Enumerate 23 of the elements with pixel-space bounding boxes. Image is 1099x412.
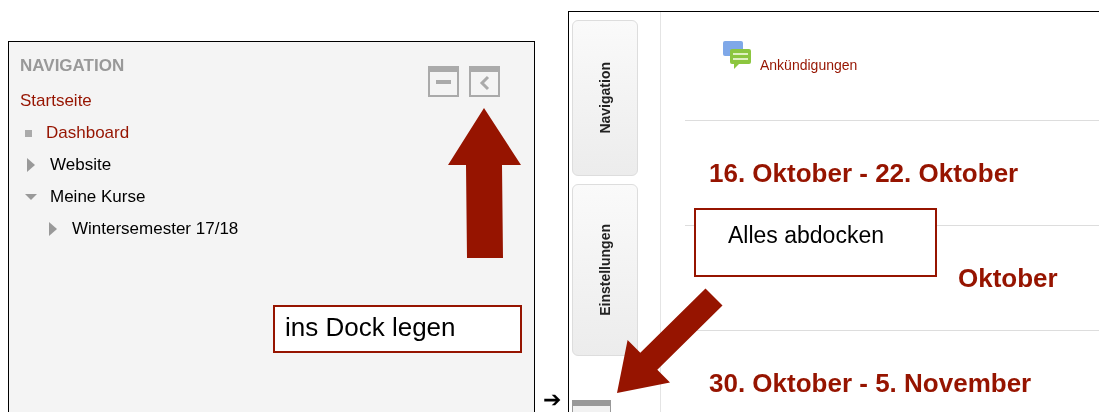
nav-link[interactable]: Dashboard bbox=[46, 123, 130, 143]
hide-block-button[interactable] bbox=[428, 66, 459, 97]
collapsed-triangle-icon[interactable] bbox=[47, 222, 59, 236]
nav-item[interactable]: Wintersemester 17/18 bbox=[72, 219, 239, 239]
speech-bubbles-icon bbox=[722, 40, 752, 70]
chevron-left-icon bbox=[469, 66, 500, 97]
dock-tab[interactable]: Einstellungen bbox=[572, 184, 638, 356]
section-title: Oktober bbox=[957, 262, 1058, 294]
callout-label: ins Dock legen bbox=[273, 305, 522, 353]
section-title: 30. Oktober - 5. November bbox=[708, 367, 1032, 399]
callout-label: Alles abdocken bbox=[694, 208, 937, 277]
nav-item[interactable]: Meine Kurse bbox=[50, 187, 146, 207]
minus-icon bbox=[428, 66, 459, 97]
home-link[interactable]: Startseite bbox=[20, 91, 92, 111]
block-title: NAVIGATION bbox=[20, 56, 125, 76]
dock-block-button[interactable] bbox=[469, 66, 500, 97]
nav-item[interactable]: Website bbox=[50, 155, 112, 175]
forum-link[interactable]: Ankündigungen bbox=[760, 57, 858, 73]
section-title: 16. Oktober - 22. Oktober bbox=[708, 157, 1019, 189]
bullet-icon bbox=[25, 129, 32, 137]
arrow-symbol: ➔ bbox=[541, 388, 562, 412]
dock-tab[interactable]: Navigation bbox=[572, 20, 638, 176]
collapsed-triangle-icon[interactable] bbox=[25, 158, 37, 172]
